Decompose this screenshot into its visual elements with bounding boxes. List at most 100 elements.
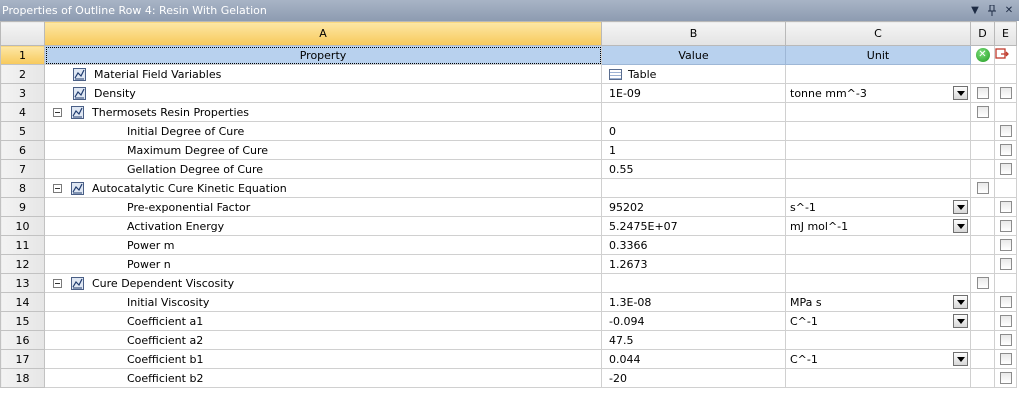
header-e[interactable] [994, 45, 1017, 65]
unit-cell[interactable] [785, 235, 971, 255]
property-cell[interactable]: Coefficient a2 [44, 330, 602, 350]
table-row[interactable]: 3 Density 1E-09 tonne mm^-3 [0, 83, 1017, 103]
row-number[interactable]: 18 [0, 368, 45, 388]
row-number[interactable]: 4 [0, 102, 45, 122]
header-property[interactable]: Property [44, 45, 602, 65]
header-value[interactable]: Value [601, 45, 786, 65]
pin-icon[interactable] [985, 4, 999, 18]
value-cell[interactable]: 0.55 [601, 159, 786, 179]
header-unit[interactable]: Unit [785, 45, 971, 65]
value-cell[interactable]: 1 [601, 140, 786, 160]
row-number[interactable]: 8 [0, 178, 45, 198]
unit-cell[interactable]: mJ mol^-1 [785, 216, 971, 236]
value-cell[interactable]: 95202 [601, 197, 786, 217]
unit-cell[interactable] [785, 159, 971, 179]
column-e-cell[interactable] [994, 311, 1017, 331]
parameter-checkbox[interactable] [999, 144, 1012, 156]
unit-cell[interactable] [785, 102, 971, 122]
row-number[interactable]: 10 [0, 216, 45, 236]
property-cell[interactable]: Initial Viscosity [44, 292, 602, 312]
parameter-checkbox[interactable] [999, 239, 1012, 251]
parameter-checkbox[interactable] [999, 353, 1012, 365]
column-e-cell[interactable] [994, 83, 1017, 103]
property-cell[interactable]: Initial Degree of Cure [44, 121, 602, 141]
value-cell[interactable]: 47.5 [601, 330, 786, 350]
value-cell[interactable]: 1E-09 [601, 83, 786, 103]
row-number[interactable]: 7 [0, 159, 45, 179]
property-cell[interactable]: Autocatalytic Cure Kinetic Equation [44, 178, 602, 198]
table-row[interactable]: 7 Gellation Degree of Cure 0.55 [0, 159, 1017, 179]
column-header-b[interactable]: B [601, 21, 786, 46]
unit-cell[interactable] [785, 368, 971, 388]
suppress-checkbox[interactable] [976, 277, 989, 289]
unit-cell[interactable]: C^-1 [785, 349, 971, 369]
unit-cell[interactable] [785, 330, 971, 350]
column-e-cell[interactable] [994, 159, 1017, 179]
column-e-cell[interactable] [994, 140, 1017, 160]
unit-dropdown-button[interactable] [953, 219, 968, 233]
unit-dropdown-button[interactable] [953, 86, 968, 100]
column-header-d[interactable]: D [970, 21, 995, 46]
column-header-a[interactable]: A [44, 21, 602, 46]
parameter-checkbox[interactable] [999, 258, 1012, 270]
suppress-checkbox[interactable] [976, 182, 989, 194]
row-number[interactable]: 9 [0, 197, 45, 217]
unit-cell[interactable]: MPa s [785, 292, 971, 312]
column-e-cell[interactable] [994, 368, 1017, 388]
property-cell[interactable]: Thermosets Resin Properties [44, 102, 602, 122]
parameter-checkbox[interactable] [999, 334, 1012, 346]
table-row[interactable]: 9 Pre-exponential Factor 95202 s^-1 [0, 197, 1017, 217]
parameter-checkbox[interactable] [999, 163, 1012, 175]
unit-cell[interactable] [785, 254, 971, 274]
property-cell[interactable]: Material Field Variables [44, 64, 602, 84]
unit-dropdown-button[interactable] [953, 314, 968, 328]
parameter-checkbox[interactable] [999, 87, 1012, 99]
parameter-checkbox[interactable] [999, 315, 1012, 327]
suppress-icon[interactable]: ✕ [975, 48, 990, 62]
value-cell[interactable] [601, 273, 786, 293]
row-number[interactable]: 16 [0, 330, 45, 350]
row-number[interactable]: 15 [0, 311, 45, 331]
unit-cell[interactable]: tonne mm^-3 [785, 83, 971, 103]
row-number[interactable]: 6 [0, 140, 45, 160]
table-row[interactable]: 10 Activation Energy 5.2475E+07 mJ mol^-1 [0, 216, 1017, 236]
value-cell[interactable]: -0.094 [601, 311, 786, 331]
column-e-cell[interactable] [994, 292, 1017, 312]
unit-cell[interactable]: s^-1 [785, 197, 971, 217]
unit-cell[interactable] [785, 178, 971, 198]
row-number[interactable]: 3 [0, 83, 45, 103]
parameter-checkbox[interactable] [999, 125, 1012, 137]
unit-dropdown-button[interactable] [953, 295, 968, 309]
panel-menu-dropdown-icon[interactable]: ▼ [968, 4, 982, 18]
column-header-c[interactable]: C [785, 21, 971, 46]
column-d-cell[interactable] [970, 178, 995, 198]
property-cell[interactable]: Coefficient b1 [44, 349, 602, 369]
value-cell[interactable]: 1.2673 [601, 254, 786, 274]
unit-dropdown-button[interactable] [953, 200, 968, 214]
parameter-checkbox[interactable] [999, 201, 1012, 213]
suppress-checkbox[interactable] [976, 87, 989, 99]
property-cell[interactable]: Gellation Degree of Cure [44, 159, 602, 179]
table-row[interactable]: 18 Coefficient b2 -20 [0, 368, 1017, 388]
property-cell[interactable]: Power n [44, 254, 602, 274]
row-number[interactable]: 12 [0, 254, 45, 274]
table-row[interactable]: 5 Initial Degree of Cure 0 [0, 121, 1017, 141]
row-number[interactable]: 5 [0, 121, 45, 141]
value-cell[interactable]: Table [601, 64, 786, 84]
table-row[interactable]: 4 Thermosets Resin Properties [0, 102, 1017, 122]
value-cell[interactable] [601, 178, 786, 198]
table-row[interactable]: 8 Autocatalytic Cure Kinetic Equation [0, 178, 1017, 198]
row-number[interactable]: 13 [0, 273, 45, 293]
row-number[interactable]: 1 [0, 45, 45, 65]
unit-cell[interactable] [785, 273, 971, 293]
parameter-checkbox[interactable] [999, 296, 1012, 308]
value-cell[interactable]: 0 [601, 121, 786, 141]
column-e-cell[interactable] [994, 235, 1017, 255]
value-cell[interactable]: -20 [601, 368, 786, 388]
collapse-icon[interactable] [53, 107, 62, 117]
value-cell[interactable]: 0.3366 [601, 235, 786, 255]
value-cell[interactable]: 0.044 [601, 349, 786, 369]
table-row[interactable]: 14 Initial Viscosity 1.3E-08 MPa s [0, 292, 1017, 312]
value-cell[interactable] [601, 102, 786, 122]
table-row[interactable]: 17 Coefficient b1 0.044 C^-1 [0, 349, 1017, 369]
